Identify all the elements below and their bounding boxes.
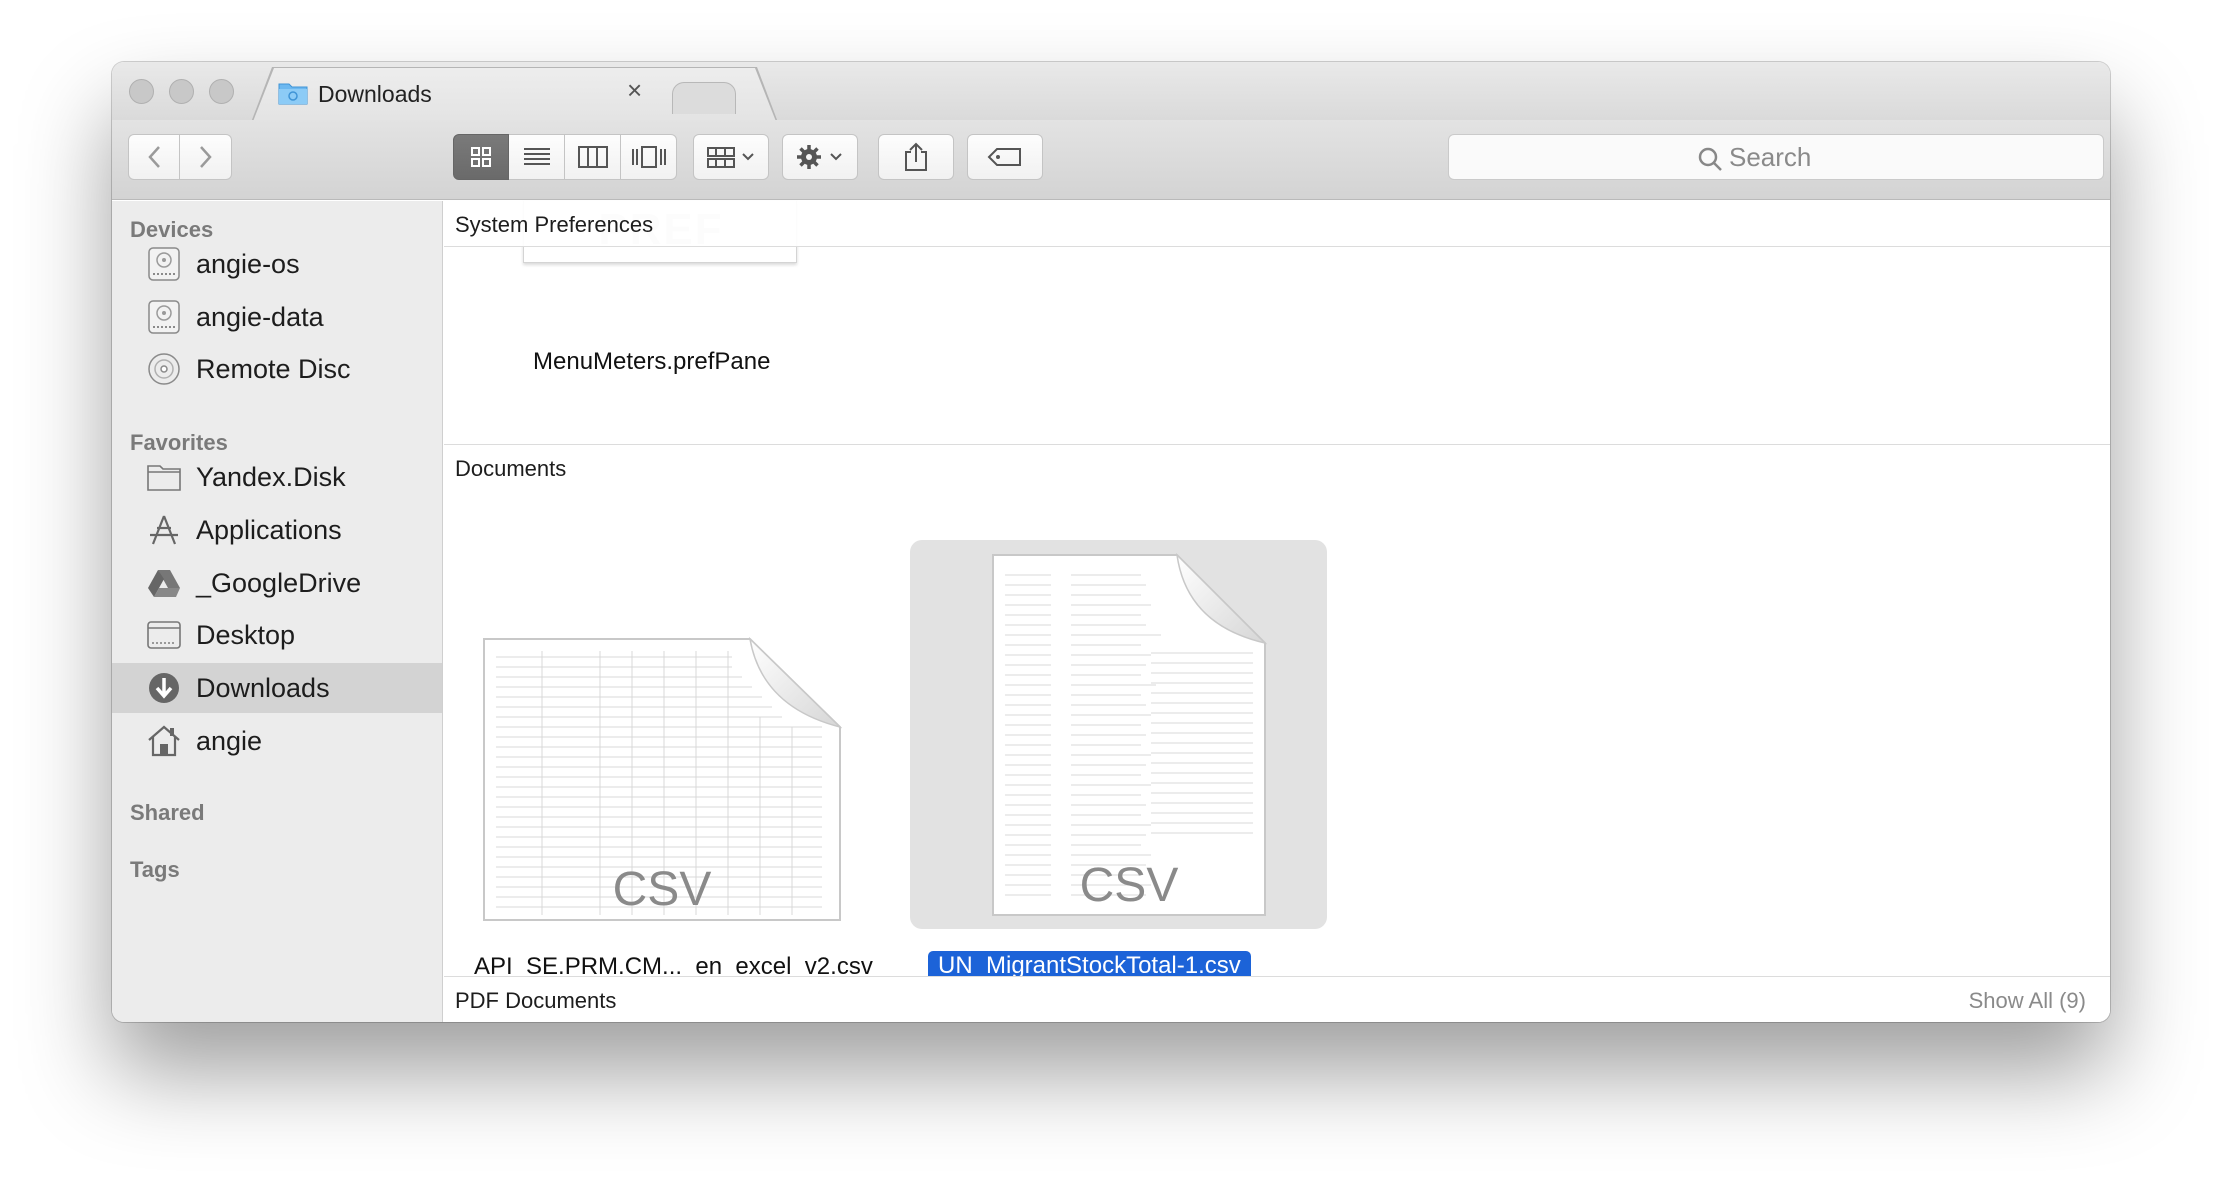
gear-icon <box>797 145 842 169</box>
csv-document-icon[interactable]: CSV <box>991 553 1267 917</box>
sidebar-item-label: Yandex.Disk <box>196 462 346 492</box>
section-header-documents: Documents <box>444 445 2110 491</box>
finder-window: Downloads × Search Devices angie-os angi… <box>112 62 2110 1022</box>
search-input[interactable] <box>1729 135 2029 179</box>
sidebar-item-applications[interactable]: Applications <box>112 505 442 555</box>
zoom-window-button[interactable] <box>209 79 234 104</box>
sidebar-item-remote-disc[interactable]: Remote Disc <box>112 344 442 394</box>
sidebar-item-label: angie-data <box>196 302 324 332</box>
sidebar-item-label: Remote Disc <box>196 354 351 384</box>
sidebar-item-yandex-disk[interactable]: Yandex.Disk <box>112 452 442 502</box>
file-name-menumeters[interactable]: MenuMeters.prefPane <box>533 348 770 376</box>
share-icon <box>905 142 927 171</box>
sidebar-item-label: _GoogleDrive <box>196 568 362 598</box>
icon-view-button[interactable] <box>453 134 509 180</box>
home-icon <box>148 725 180 757</box>
csv-badge: CSV <box>1080 859 1179 912</box>
csv-document-icon[interactable]: CSV <box>482 637 842 922</box>
sidebar-item-label: angie <box>196 726 263 756</box>
toolbar <box>112 120 2110 200</box>
sidebar-header-shared[interactable]: Shared <box>130 800 205 826</box>
sidebar-header-tags[interactable]: Tags <box>130 857 180 883</box>
downloads-icon <box>149 673 179 703</box>
hard-drive-icon <box>148 247 180 281</box>
sidebar-item-desktop[interactable]: Desktop <box>112 610 442 660</box>
sidebar-item-angie-os[interactable]: angie-os <box>112 239 442 289</box>
desktop-icon <box>147 621 181 649</box>
back-button[interactable] <box>128 134 180 180</box>
sidebar-item-label: Desktop <box>196 620 296 650</box>
sidebar-item-label: Applications <box>196 515 342 545</box>
arrange-button[interactable] <box>693 134 769 180</box>
sidebar-item-label: angie-os <box>196 249 300 279</box>
action-menu-button[interactable] <box>782 134 858 180</box>
google-drive-icon <box>148 570 180 597</box>
sidebar-item-downloads[interactable]: Downloads <box>112 663 442 713</box>
view-mode-selector <box>453 134 677 180</box>
section-title: PDF Documents <box>455 988 617 1013</box>
new-tab-button[interactable] <box>672 82 736 114</box>
minimize-window-button[interactable] <box>169 79 194 104</box>
grid-icon <box>471 147 491 167</box>
forward-button[interactable] <box>180 134 232 180</box>
show-all-button[interactable]: Show All (9) <box>1969 988 2086 1014</box>
chevron-right-icon <box>199 146 212 168</box>
sidebar-item-googledrive[interactable]: _GoogleDrive <box>112 558 442 608</box>
list-icon <box>523 148 550 165</box>
tab-title: Downloads <box>318 81 432 107</box>
search-icon <box>1698 147 1722 171</box>
edit-tags-button[interactable] <box>967 134 1043 180</box>
list-view-button[interactable] <box>509 134 565 180</box>
sidebar: Devices angie-os angie-data Remote Disc … <box>112 201 443 1022</box>
section-title: Documents <box>455 456 567 481</box>
hard-drive-icon <box>148 300 180 334</box>
title-bar: Downloads × <box>112 62 2110 120</box>
cover-flow-view-button[interactable] <box>621 134 677 180</box>
folder-icon <box>278 83 308 105</box>
sidebar-item-angie[interactable]: angie <box>112 716 442 766</box>
applications-icon <box>150 515 178 545</box>
columns-icon <box>577 146 608 168</box>
file-browser: PREF System Preferences MenuMeters.prefP… <box>444 201 2110 1022</box>
folder-icon <box>147 465 181 491</box>
section-header-system-preferences: System Preferences <box>444 201 2110 247</box>
disc-icon <box>148 353 180 385</box>
close-window-button[interactable] <box>129 79 154 104</box>
nav-buttons <box>128 134 232 180</box>
tag-icon <box>987 148 1021 166</box>
sidebar-item-label: Downloads <box>196 673 330 703</box>
search-field[interactable] <box>1448 134 2104 180</box>
section-title: System Preferences <box>455 212 654 237</box>
sidebar-item-angie-data[interactable]: angie-data <box>112 292 442 342</box>
arrange-icon <box>707 147 754 168</box>
share-button[interactable] <box>878 134 954 180</box>
csv-badge: CSV <box>613 863 712 916</box>
chevron-left-icon <box>148 146 160 168</box>
tab-close-button[interactable]: × <box>627 77 642 103</box>
section-header-pdf-documents: PDF Documents Show All (9) <box>444 976 2110 1022</box>
column-view-button[interactable] <box>565 134 621 180</box>
cover-flow-icon <box>631 146 666 168</box>
